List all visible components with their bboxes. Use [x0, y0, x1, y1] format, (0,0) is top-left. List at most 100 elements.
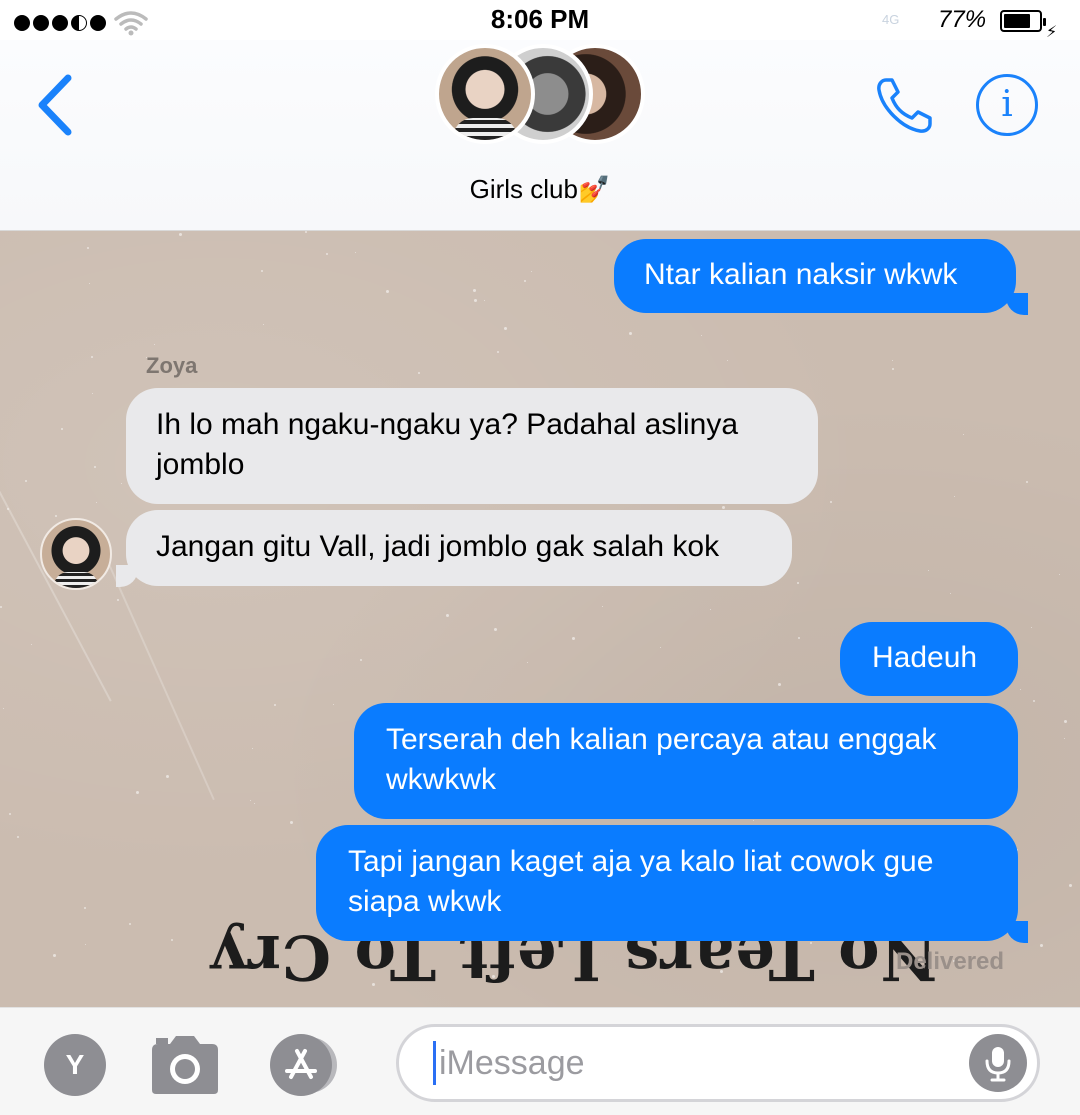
wallpaper-speck: [252, 748, 253, 749]
message-text: Hadeuh: [872, 641, 978, 674]
wallpaper-speck: [96, 502, 97, 503]
wallpaper-speck: [798, 637, 800, 639]
message-input[interactable]: iMessage: [396, 1024, 1040, 1102]
wallpaper-speck: [701, 335, 702, 336]
wallpaper-speck: [1069, 884, 1072, 887]
wallpaper-speck: [117, 599, 119, 601]
wallpaper-speck: [84, 907, 86, 909]
incoming-message-bubble[interactable]: Jangan gitu Vall, jadi jomblo gak salah …: [126, 510, 792, 586]
wallpaper-speck: [753, 820, 754, 821]
wallpaper-speck: [274, 704, 276, 706]
group-title[interactable]: Girls club💅: [0, 174, 1080, 205]
wallpaper-speck: [710, 609, 711, 610]
wallpaper-speck: [1026, 481, 1028, 483]
wallpaper-speck: [25, 480, 27, 482]
wallpaper-speck: [87, 247, 89, 249]
delivery-status: Delivered: [896, 948, 1005, 975]
wallpaper-speck: [305, 231, 307, 233]
wallpaper-speck: [602, 606, 603, 607]
wallpaper-speck: [1064, 738, 1065, 739]
message-text: Tapi jangan kaget aja ya kalo liat cowok…: [348, 845, 934, 918]
wallpaper-speck: [1059, 574, 1060, 575]
wallpaper-speck: [154, 344, 155, 345]
status-bar: 8:06 PM 4G 77% ⚡: [0, 0, 1080, 41]
message-thread[interactable]: No Tears Left To Cry Ntar kalian naksir …: [0, 231, 1080, 1007]
wallpaper-speck: [1031, 627, 1032, 628]
outgoing-message-bubble[interactable]: Ntar kalian naksir wkwk: [614, 239, 1016, 313]
text-cursor: [433, 1041, 436, 1085]
wallpaper-speck: [92, 393, 93, 394]
wallpaper-speck: [355, 252, 356, 253]
nail-polish-emoji: 💅: [577, 174, 611, 204]
wallpaper-speck: [950, 593, 951, 594]
phone-call-icon[interactable]: [872, 74, 936, 138]
wallpaper-speck: [524, 280, 526, 282]
bubble-tail: [1006, 293, 1028, 315]
wallpaper-speck: [61, 428, 63, 430]
conversation-header: Girls club💅 i: [0, 40, 1080, 231]
app-drawer-button[interactable]: Y: [44, 1034, 106, 1096]
app-store-icon[interactable]: [270, 1034, 332, 1096]
wallpaper-speck: [91, 356, 93, 358]
group-avatars[interactable]: [435, 44, 655, 154]
wallpaper-speck: [484, 300, 485, 301]
wallpaper-speck: [1033, 700, 1035, 702]
compose-bar: Y iMessage: [0, 1007, 1080, 1115]
message-text: Ih lo mah ngaku-ngaku ya? Padahal asliny…: [156, 408, 739, 481]
wallpaper-speck: [660, 647, 661, 648]
wallpaper-speck: [94, 466, 96, 468]
wallpaper-speck: [629, 332, 632, 335]
wallpaper-speck: [129, 923, 131, 925]
info-icon[interactable]: i: [976, 74, 1038, 136]
message-text: Ntar kalian naksir wkwk: [644, 258, 958, 291]
back-chevron-icon[interactable]: [30, 70, 80, 140]
wallpaper-speck: [290, 821, 293, 824]
wallpaper-speck: [473, 289, 476, 292]
battery-icon: [1000, 10, 1046, 32]
wallpaper-speck: [55, 515, 57, 517]
wallpaper-speck: [53, 954, 56, 957]
microphone-icon[interactable]: [969, 1034, 1027, 1092]
wallpaper-speck: [179, 233, 182, 236]
wallpaper-speck: [1020, 689, 1021, 690]
member-avatar: [435, 44, 535, 144]
wallpaper-speck: [326, 253, 328, 255]
message-text: Jangan gitu Vall, jadi jomblo gak salah …: [156, 530, 720, 563]
wallpaper-speck: [722, 506, 725, 509]
outgoing-message-bubble[interactable]: Tapi jangan kaget aja ya kalo liat cowok…: [316, 825, 1018, 941]
wallpaper-speck: [497, 351, 499, 353]
wallpaper-speck: [572, 637, 575, 640]
wallpaper-speck: [89, 283, 90, 284]
wallpaper-speck: [963, 434, 964, 435]
network-type: 4G: [882, 12, 900, 27]
charging-bolt-icon: ⚡: [1046, 24, 1058, 41]
wallpaper-speck: [7, 508, 9, 510]
wallpaper-speck: [254, 803, 255, 804]
wallpaper-speck: [250, 800, 251, 801]
group-name-text: Girls club: [469, 174, 578, 204]
status-time: 8:06 PM: [490, 4, 590, 34]
wallpaper-speck: [0, 606, 2, 608]
wallpaper-speck: [121, 483, 122, 484]
wallpaper-speck: [166, 775, 169, 778]
wallpaper-speck: [261, 270, 263, 272]
battery-percentage: 77%: [938, 6, 987, 33]
incoming-message-bubble[interactable]: Ih lo mah ngaku-ngaku ya? Padahal asliny…: [126, 388, 818, 504]
wallpaper-speck: [830, 501, 832, 503]
sender-avatar[interactable]: [40, 518, 112, 590]
wallpaper-speck: [136, 791, 139, 794]
sender-name: Zoya: [146, 353, 198, 378]
bubble-tail: [116, 565, 138, 587]
wallpaper-speck: [1040, 944, 1043, 947]
camera-icon[interactable]: [148, 1032, 222, 1098]
wallpaper-speck: [892, 368, 894, 370]
wallpaper-speck: [85, 944, 86, 945]
wallpaper-speck: [418, 372, 420, 374]
outgoing-message-bubble[interactable]: Hadeuh: [840, 622, 1018, 696]
wallpaper-speck: [527, 662, 528, 663]
wallpaper-speck: [778, 683, 781, 686]
wallpaper-speck: [474, 299, 477, 302]
wallpaper-speck: [797, 582, 799, 584]
wallpaper-speck: [446, 614, 449, 617]
outgoing-message-bubble[interactable]: Terserah deh kalian percaya atau enggak …: [354, 703, 1018, 819]
